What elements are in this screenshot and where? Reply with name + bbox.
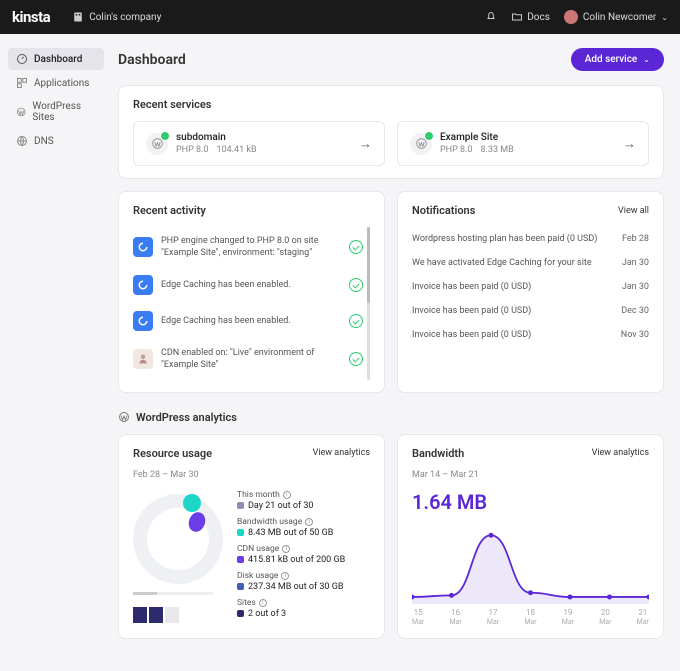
sidebar-item-dns[interactable]: DNS: [8, 130, 104, 152]
sidebar-item-dashboard[interactable]: Dashboard: [8, 48, 104, 70]
recent-services-card: Recent services subdomain PHP 8.0104.41 …: [118, 85, 664, 179]
topbar: kinsta Colin's company Docs Colin Newcom…: [0, 0, 680, 34]
check-icon: [349, 240, 363, 254]
info-icon: i: [282, 545, 290, 553]
check-icon: [349, 352, 363, 366]
company-name: Colin's company: [89, 12, 161, 23]
bandwidth-card: Bandwidth View analytics Mar 14 – Mar 21…: [397, 434, 664, 639]
usage-item: This month iDay 21 out of 30: [237, 490, 370, 511]
activity-icon: [133, 237, 153, 257]
sidebar: Dashboard Applications WordPress Sites D…: [0, 34, 112, 671]
info-icon: i: [305, 518, 313, 526]
recent-activity-title: Recent activity: [133, 204, 370, 217]
notification-item[interactable]: Invoice has been paid (0 USD)Nov 30: [412, 323, 649, 347]
notification-item[interactable]: Wordpress hosting plan has been paid (0 …: [412, 227, 649, 251]
wordpress-icon: [146, 133, 168, 155]
donut-chart: [133, 494, 223, 584]
notifications-title: Notifications: [412, 204, 475, 217]
user-menu[interactable]: Colin Newcomer ⌄: [564, 10, 668, 24]
info-icon: i: [281, 572, 289, 580]
wordpress-icon: [410, 133, 432, 155]
analytics-section-title: WordPress analytics: [118, 411, 664, 424]
avatar: [564, 10, 578, 24]
date-range: Mar 14 – Mar 21: [412, 470, 649, 480]
info-icon: i: [259, 599, 267, 607]
bell-icon[interactable]: [485, 11, 497, 23]
activity-icon: [133, 311, 153, 331]
add-service-button[interactable]: Add service ⌄: [571, 48, 664, 71]
x-axis: 15Mar16Mar17Mar18Mar19Mar20Mar21Mar: [412, 608, 649, 626]
usage-item: CDN usage i415.81 kB out of 200 GB: [237, 544, 370, 565]
bandwidth-title: Bandwidth: [412, 447, 464, 460]
usage-item: Bandwidth usage i8.43 MB out of 50 GB: [237, 517, 370, 538]
sidebar-item-wordpress[interactable]: WordPress Sites: [8, 96, 104, 128]
resource-usage-title: Resource usage: [133, 447, 212, 460]
docs-link[interactable]: Docs: [511, 11, 550, 23]
wordpress-icon: [16, 106, 26, 118]
activity-item: PHP engine changed to PHP 8.0 on site "E…: [133, 227, 363, 267]
company-selector[interactable]: Colin's company: [72, 11, 161, 23]
logo: kinsta: [12, 8, 50, 26]
check-icon: [349, 278, 363, 292]
notification-item[interactable]: Invoice has been paid (0 USD)Dec 30: [412, 299, 649, 323]
sites-bars: [133, 603, 223, 623]
person-icon: [133, 349, 153, 369]
usage-item: Disk usage i237.34 MB out of 30 GB: [237, 571, 370, 592]
view-all-link[interactable]: View all: [618, 206, 649, 216]
resource-usage-card: Resource usage View analytics Feb 28 – M…: [118, 434, 385, 639]
notifications-card: Notifications View all Wordpress hosting…: [397, 191, 664, 393]
scrollbar[interactable]: [367, 227, 370, 380]
gauge-icon: [16, 53, 28, 65]
recent-services-title: Recent services: [133, 98, 649, 111]
page-title: Dashboard: [118, 52, 186, 68]
date-range: Feb 28 – Mar 30: [133, 470, 370, 480]
service-name: subdomain: [176, 132, 351, 143]
view-analytics-link[interactable]: View analytics: [313, 448, 370, 458]
service-name: Example Site: [440, 132, 615, 143]
arrow-right-icon: →: [359, 136, 372, 152]
dns-icon: [16, 135, 28, 147]
activity-item: CDN enabled on: "Live" environment of "E…: [133, 339, 363, 379]
main-content: Dashboard Add service ⌄ Recent services …: [112, 34, 680, 671]
chevron-down-icon: ⌄: [643, 55, 650, 64]
activity-item: Edge Caching has been enabled.: [133, 267, 363, 303]
info-icon: i: [283, 491, 291, 499]
sidebar-item-applications[interactable]: Applications: [8, 72, 104, 94]
wordpress-icon: [118, 411, 130, 423]
bandwidth-total: 1.64 MB: [412, 490, 649, 514]
service-card[interactable]: Example Site PHP 8.08.33 MB →: [397, 121, 649, 166]
chevron-down-icon: ⌄: [661, 13, 668, 22]
notification-item[interactable]: Invoice has been paid (0 USD)Jan 30: [412, 275, 649, 299]
activity-icon: [133, 275, 153, 295]
folder-icon: [511, 11, 523, 23]
usage-item: Sites i2 out of 3: [237, 598, 370, 619]
service-card[interactable]: subdomain PHP 8.0104.41 kB →: [133, 121, 385, 166]
notification-item[interactable]: We have activated Edge Caching for your …: [412, 251, 649, 275]
arrow-right-icon: →: [623, 136, 636, 152]
check-icon: [349, 314, 363, 328]
building-icon: [72, 11, 84, 23]
bandwidth-chart: [412, 524, 649, 604]
recent-activity-card: Recent activity PHP engine changed to PH…: [118, 191, 385, 393]
activity-item: Edge Caching has been enabled.: [133, 303, 363, 339]
apps-icon: [16, 77, 28, 89]
view-analytics-link[interactable]: View analytics: [592, 448, 649, 458]
